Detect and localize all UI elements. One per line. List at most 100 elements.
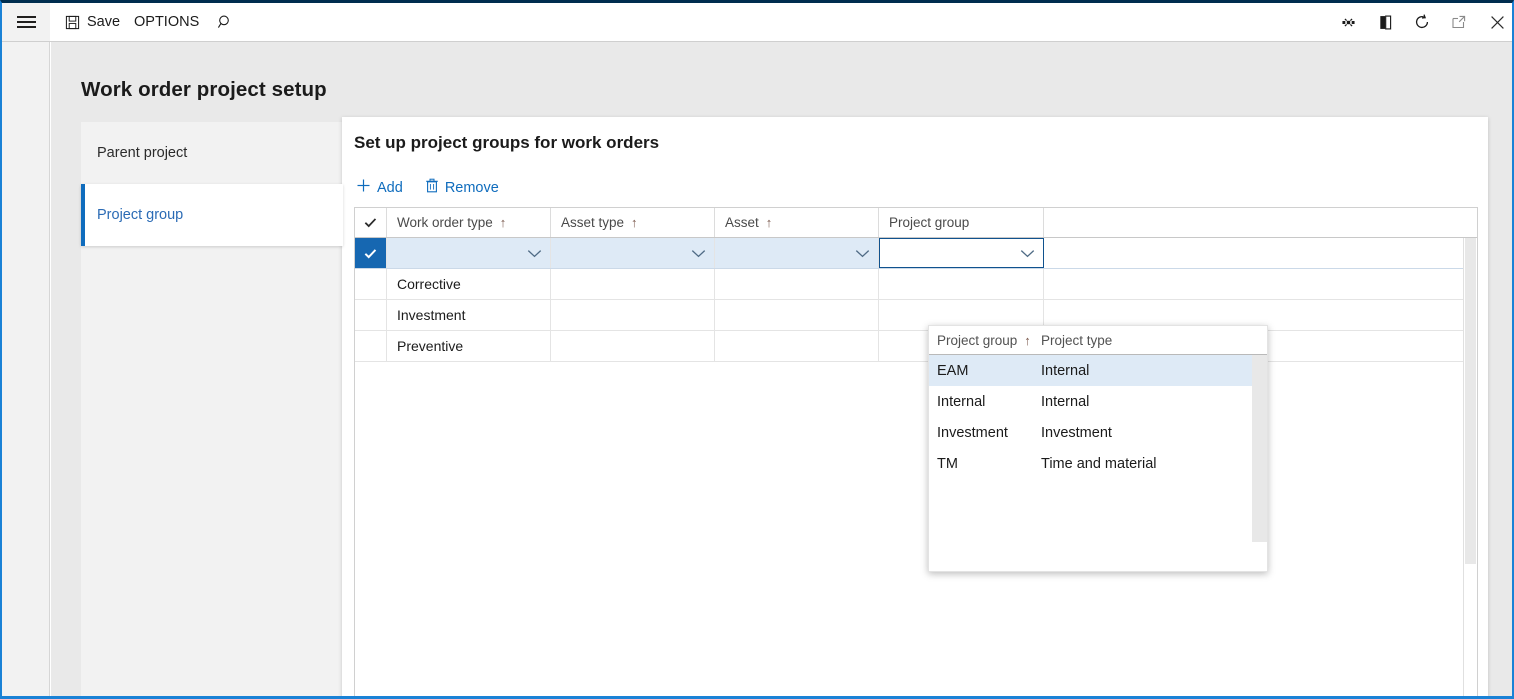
column-label: Asset	[725, 215, 759, 230]
cell-work-order-type[interactable]: Preventive	[387, 331, 551, 361]
top-command-bar: Save OPTIONS	[2, 3, 1512, 42]
checkmark-icon	[364, 218, 377, 228]
column-header-asset[interactable]: Asset ↑	[715, 208, 879, 237]
chevron-down-icon[interactable]	[855, 245, 870, 261]
card-title: Set up project groups for work orders	[354, 133, 660, 152]
popout-window-icon[interactable]	[1440, 3, 1478, 41]
lookup-cell-project-type: Time and material	[1041, 455, 1157, 472]
grid-scrollbar-thumb[interactable]	[1465, 238, 1476, 564]
sidebar-item-project-group[interactable]: Project group	[81, 184, 343, 246]
close-icon[interactable]	[1478, 3, 1512, 41]
wizard-step-list: Parent project Project group	[81, 122, 343, 696]
lookup-cell-project-type: Internal	[1041, 362, 1090, 379]
cell-asset-type[interactable]	[551, 331, 715, 361]
cell-filler	[1044, 269, 1477, 299]
table-row-editing[interactable]	[355, 238, 1477, 269]
cell-work-order-type[interactable]: Corrective	[387, 269, 551, 299]
sort-ascending-icon: ↑	[631, 215, 638, 230]
lookup-option-investment[interactable]: Investment Investment	[929, 417, 1267, 448]
search-magnifier-icon	[217, 14, 233, 30]
grid-action-toolbar: Add Remove	[350, 173, 505, 202]
column-label: Work order type	[397, 215, 493, 230]
checkmark-icon	[364, 248, 377, 258]
row-select-checkbox[interactable]	[355, 300, 387, 330]
column-header-asset-type[interactable]: Asset type ↑	[551, 208, 715, 237]
lookup-option-tm[interactable]: TM Time and material	[929, 448, 1267, 479]
remove-button[interactable]: Remove	[419, 173, 505, 202]
cell-work-order-type-input[interactable]	[387, 238, 551, 268]
cell-value: Preventive	[397, 338, 464, 354]
remove-label: Remove	[444, 179, 499, 196]
lookup-cell-project-group: EAM	[937, 362, 969, 379]
table-row[interactable]: Preventive	[355, 331, 1477, 362]
add-label: Add	[377, 179, 403, 196]
options-button[interactable]: OPTIONS	[127, 3, 206, 41]
cell-asset-input[interactable]	[715, 238, 879, 268]
column-header-work-order-type[interactable]: Work order type ↑	[387, 208, 551, 237]
chevron-down-icon[interactable]	[691, 245, 706, 261]
lookup-option-internal[interactable]: Internal Internal	[929, 386, 1267, 417]
cell-asset[interactable]	[715, 331, 879, 361]
column-label: Asset type	[561, 215, 625, 230]
page-title: Work order project setup	[81, 78, 327, 101]
application-window: Save OPTIONS Work order project setup Pa…	[0, 0, 1514, 699]
column-header-project-group[interactable]: Project group	[879, 208, 1044, 237]
data-grid: Work order type ↑ Asset type ↑ Asset ↑ P…	[354, 207, 1478, 696]
sidebar-item-label: Parent project	[97, 145, 188, 161]
trash-icon	[425, 178, 439, 197]
lookup-cell-project-type: Investment	[1041, 424, 1112, 441]
save-disk-icon	[65, 15, 80, 30]
row-select-checkbox[interactable]	[355, 331, 387, 361]
cell-work-order-type[interactable]: Investment	[387, 300, 551, 330]
lookup-scrollbar-thumb[interactable]	[1252, 355, 1267, 542]
select-all-checkbox[interactable]	[355, 208, 387, 237]
lookup-column-header-project-type[interactable]: Project type	[1040, 333, 1267, 348]
row-select-checkbox[interactable]	[355, 269, 387, 299]
cell-asset-type-input[interactable]	[551, 238, 715, 268]
table-row[interactable]: Investment	[355, 300, 1477, 331]
lookup-cell-project-group: TM	[937, 455, 958, 472]
search-button[interactable]	[210, 3, 240, 41]
save-label: Save	[87, 14, 121, 30]
sort-ascending-icon: ↑	[499, 215, 507, 230]
sidebar-filler	[81, 246, 343, 696]
left-navigation-rail	[2, 42, 50, 696]
page-canvas: Work order project setup Parent project …	[51, 42, 1512, 696]
grid-header-row: Work order type ↑ Asset type ↑ Asset ↑ P…	[355, 208, 1477, 238]
column-label: Project group	[889, 215, 970, 230]
main-content-card: Set up project groups for work orders Ad…	[342, 117, 1488, 696]
add-button[interactable]: Add	[350, 173, 409, 202]
cell-asset[interactable]	[715, 300, 879, 330]
help-book-icon[interactable]	[1366, 3, 1404, 41]
lookup-cell-project-type: Internal	[1041, 393, 1090, 410]
chevron-down-icon[interactable]	[1020, 245, 1035, 261]
sidebar-item-parent-project[interactable]: Parent project	[81, 122, 343, 184]
refresh-icon[interactable]	[1403, 3, 1441, 41]
cell-filler	[1044, 238, 1477, 268]
grid-vertical-scrollbar[interactable]	[1463, 238, 1477, 696]
project-group-lookup-dropdown: Project group ↑ Project type EAM Interna…	[928, 325, 1268, 572]
table-row[interactable]: Corrective	[355, 269, 1477, 300]
lookup-cell-project-group: Investment	[937, 424, 1008, 441]
cell-asset[interactable]	[715, 269, 879, 299]
options-label: OPTIONS	[134, 14, 200, 30]
hamburger-icon[interactable]	[2, 3, 50, 41]
save-button[interactable]: Save	[58, 3, 127, 41]
settings-gear-icon[interactable]	[1329, 3, 1367, 41]
cell-project-group-input[interactable]	[879, 238, 1044, 268]
lookup-header-row: Project group ↑ Project type	[929, 326, 1267, 355]
cell-asset-type[interactable]	[551, 300, 715, 330]
lookup-vertical-scrollbar[interactable]	[1252, 355, 1267, 571]
lookup-column-header-project-group[interactable]: Project group ↑	[929, 333, 1040, 348]
lookup-option-eam[interactable]: EAM Internal	[929, 355, 1267, 386]
cell-project-group[interactable]	[879, 269, 1044, 299]
chevron-down-icon[interactable]	[527, 245, 542, 261]
sort-ascending-icon: ↑	[1024, 332, 1031, 348]
sidebar-item-label: Project group	[97, 207, 184, 223]
row-select-checkbox[interactable]	[355, 238, 387, 268]
cell-value: Investment	[397, 307, 466, 323]
cell-asset-type[interactable]	[551, 269, 715, 299]
cell-value: Corrective	[397, 276, 461, 292]
column-label: Project type	[1041, 332, 1113, 348]
lookup-cell-project-group: Internal	[937, 393, 986, 410]
